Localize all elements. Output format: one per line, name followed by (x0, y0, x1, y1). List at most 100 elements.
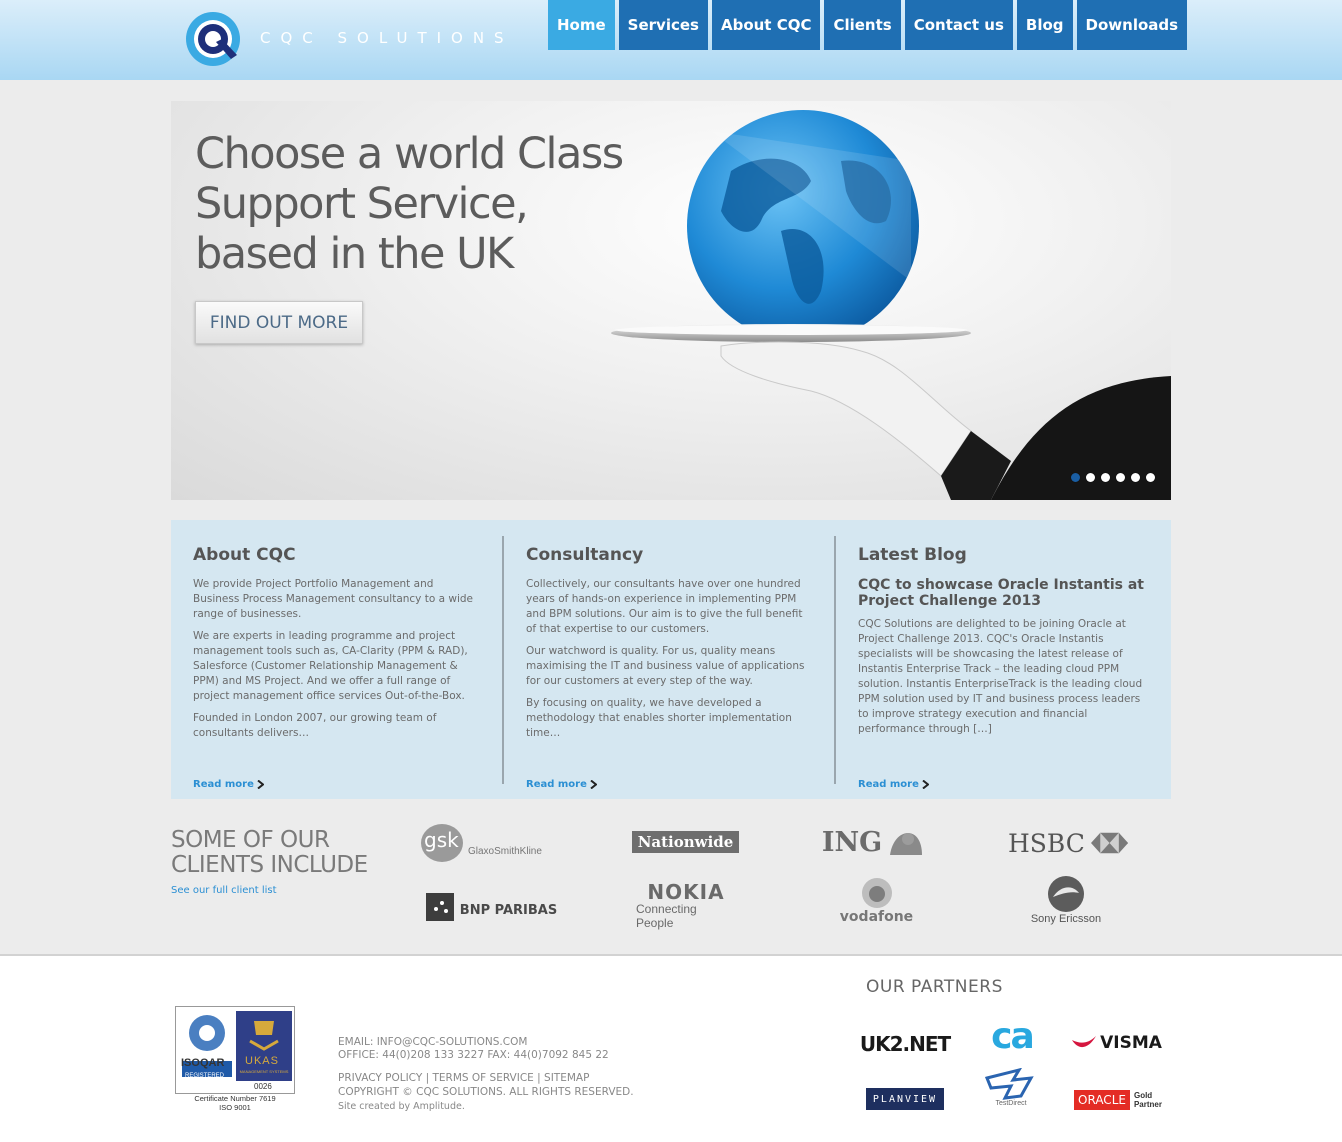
content-columns: About CQC We provide Project Portfolio M… (171, 520, 1171, 799)
brand-name[interactable]: CQC SOLUTIONS (260, 29, 514, 47)
blog-title: Latest Blog (858, 545, 967, 565)
chevron-right-icon (590, 780, 597, 789)
consultancy-paragraph-1: Collectively, our consultants have over … (526, 578, 803, 635)
sony-ericsson-logo: Sony Ericsson (1018, 872, 1114, 928)
vodafone-speechmark-icon (861, 878, 892, 908)
testdirect-text: TestDirect (995, 1099, 1027, 1107)
sony-ericsson-orb-icon (1048, 876, 1084, 912)
about-read-more-link[interactable]: Read more (193, 779, 264, 790)
nationwide-logo: Nationwide (632, 831, 739, 853)
gold-text: Gold (1133, 1091, 1153, 1100)
nokia-tagline: Connecting People (636, 902, 697, 930)
terms-of-service-link[interactable]: TERMS OF SERVICE (432, 1072, 533, 1084)
about-paragraph-2: We are experts in leading programme and … (193, 630, 468, 702)
nav-services[interactable]: Services (618, 0, 708, 50)
cqc-logo-icon[interactable] (185, 9, 245, 69)
about-paragraph-1: We provide Project Portfolio Management … (193, 578, 474, 620)
sitemap-link[interactable]: SITEMAP (544, 1072, 589, 1084)
slider-dot-5[interactable] (1131, 473, 1140, 482)
about-title: About CQC (193, 545, 296, 565)
clients-heading: SOME OF OUR CLIENTS INCLUDE (171, 827, 368, 878)
visma-text: VISMA (1100, 1033, 1162, 1053)
privacy-policy-link[interactable]: PRIVACY POLICY (338, 1072, 422, 1084)
planview-logo[interactable]: PLANVIEW (866, 1088, 944, 1110)
site-header: CQC SOLUTIONS Home Services About CQC Cl… (0, 0, 1342, 80)
nav-downloads[interactable]: Downloads (1076, 0, 1188, 50)
consultancy-paragraph-2: Our watchword is quality. For us, qualit… (526, 645, 805, 687)
vodafone-text: vodafone (839, 909, 914, 925)
oracle-gold-partner-logo[interactable]: ORACLE Gold Partner (1065, 1088, 1171, 1112)
cert-frame: ISOQAR REGISTERED UKAS MANAGEMENT SYSTEM… (175, 1006, 295, 1094)
testdirect-logo[interactable]: TestDirect (973, 1064, 1049, 1110)
testdirect-mark-icon (984, 1067, 1034, 1100)
about-paragraph-3: Founded in London 2007, our growing team… (193, 712, 437, 739)
nav-about[interactable]: About CQC (711, 0, 821, 50)
about-column: About CQC We provide Project Portfolio M… (171, 536, 502, 790)
footer-email[interactable]: EMAIL: INFO@CQC-SOLUTIONS.COM (338, 1036, 527, 1049)
visma-swoosh-icon (1072, 1036, 1097, 1048)
read-more-label: Read more (526, 779, 587, 790)
planview-text: PLANVIEW (872, 1093, 938, 1105)
slider-dot-3[interactable] (1101, 473, 1110, 482)
hero-slider: Choose a world Class Support Service, ba… (171, 101, 1171, 500)
ca-text: ca (991, 1015, 1035, 1057)
lion-icon (890, 833, 923, 855)
consultancy-title: Consultancy (526, 545, 644, 565)
chevron-right-icon (257, 780, 264, 789)
visma-logo[interactable]: VISMA (1072, 1030, 1162, 1056)
globe-on-tray-illustration (611, 110, 1171, 500)
sony-ericsson-text: Sony Ericsson (1030, 913, 1102, 925)
site-footer: ISOQAR REGISTERED UKAS MANAGEMENT SYSTEM… (0, 954, 1342, 1142)
ukas-number: 0026 (254, 1082, 272, 1091)
consultancy-read-more-link[interactable]: Read more (526, 779, 597, 790)
vodafone-logo: vodafone (834, 875, 919, 927)
blog-post-title[interactable]: CQC to showcase Oracle Instantis at Proj… (858, 577, 1149, 609)
crown-icon (249, 1021, 279, 1051)
iso-certificate-badge: ISOQAR REGISTERED UKAS MANAGEMENT SYSTEM… (175, 1006, 295, 1112)
footer-separator: | (425, 1072, 430, 1084)
blog-read-more-link[interactable]: Read more (858, 779, 929, 790)
ukas-text: UKAS (245, 1055, 279, 1067)
read-more-label: Read more (193, 779, 254, 790)
oracle-text: ORACLE (1074, 1090, 1130, 1110)
slider-dot-4[interactable] (1116, 473, 1125, 482)
hsbc-logo: HSBC (1008, 826, 1128, 860)
nav-contact[interactable]: Contact us (904, 0, 1013, 50)
nav-home[interactable]: Home (548, 0, 615, 50)
slider-dot-6[interactable] (1146, 473, 1155, 482)
ukas-subtext: MANAGEMENT SYSTEMS (239, 1069, 289, 1074)
partners-title: OUR PARTNERS (866, 977, 1003, 997)
read-more-label: Read more (858, 779, 919, 790)
consultancy-paragraph-3: By focusing on quality, we have develope… (526, 697, 792, 739)
footer-phone: OFFICE: 44(0)208 133 3227 FAX: 44(0)7092… (338, 1049, 609, 1061)
slider-dots (1071, 473, 1155, 482)
cert-iso: ISO 9001 (219, 1103, 251, 1112)
slider-dot-2[interactable] (1086, 473, 1095, 482)
uk2net-text: UK2.NET (859, 1032, 951, 1056)
hsbc-hexagon-icon (1090, 832, 1128, 854)
slider-dot-1[interactable] (1071, 473, 1080, 482)
full-client-list-link[interactable]: See our full client list (171, 885, 277, 896)
find-out-more-button[interactable]: FIND OUT MORE (195, 301, 363, 344)
bnp-star-icon (425, 893, 454, 921)
partner-text: Partner (1133, 1100, 1162, 1109)
uk2net-logo[interactable]: UK2.NET (856, 1030, 954, 1058)
footer-credit[interactable]: Site created by Amplitude. (338, 1100, 465, 1113)
nav-clients[interactable]: Clients (824, 0, 901, 50)
isoqar-text: ISOQAR (181, 1057, 225, 1069)
footer-separator: | (537, 1072, 541, 1084)
hero-heading: Choose a world Class Support Service, ba… (195, 129, 624, 279)
gsk-name: GlaxoSmithKline (468, 846, 542, 857)
chevron-right-icon (922, 780, 929, 789)
blog-post-excerpt: CQC Solutions are delighted to be joinin… (858, 618, 1143, 735)
main-nav: Home Services About CQC Clients Contact … (548, 0, 1188, 50)
ing-logo: ING (818, 824, 930, 860)
isoqar-mark-icon (182, 1015, 232, 1077)
isoqar-registered: REGISTERED (185, 1073, 225, 1079)
ing-text: ING (821, 826, 883, 858)
footer-links: PRIVACY POLICY | TERMS OF SERVICE | SITE… (338, 1072, 589, 1085)
footer-copyright: COPYRIGHT © CQC SOLUTIONS. ALL RIGHTS RE… (338, 1086, 634, 1098)
nav-blog[interactable]: Blog (1016, 0, 1073, 50)
bnp-paribas-logo: BNP PARIBAS (424, 892, 559, 922)
ca-logo[interactable]: ca (982, 1015, 1042, 1057)
